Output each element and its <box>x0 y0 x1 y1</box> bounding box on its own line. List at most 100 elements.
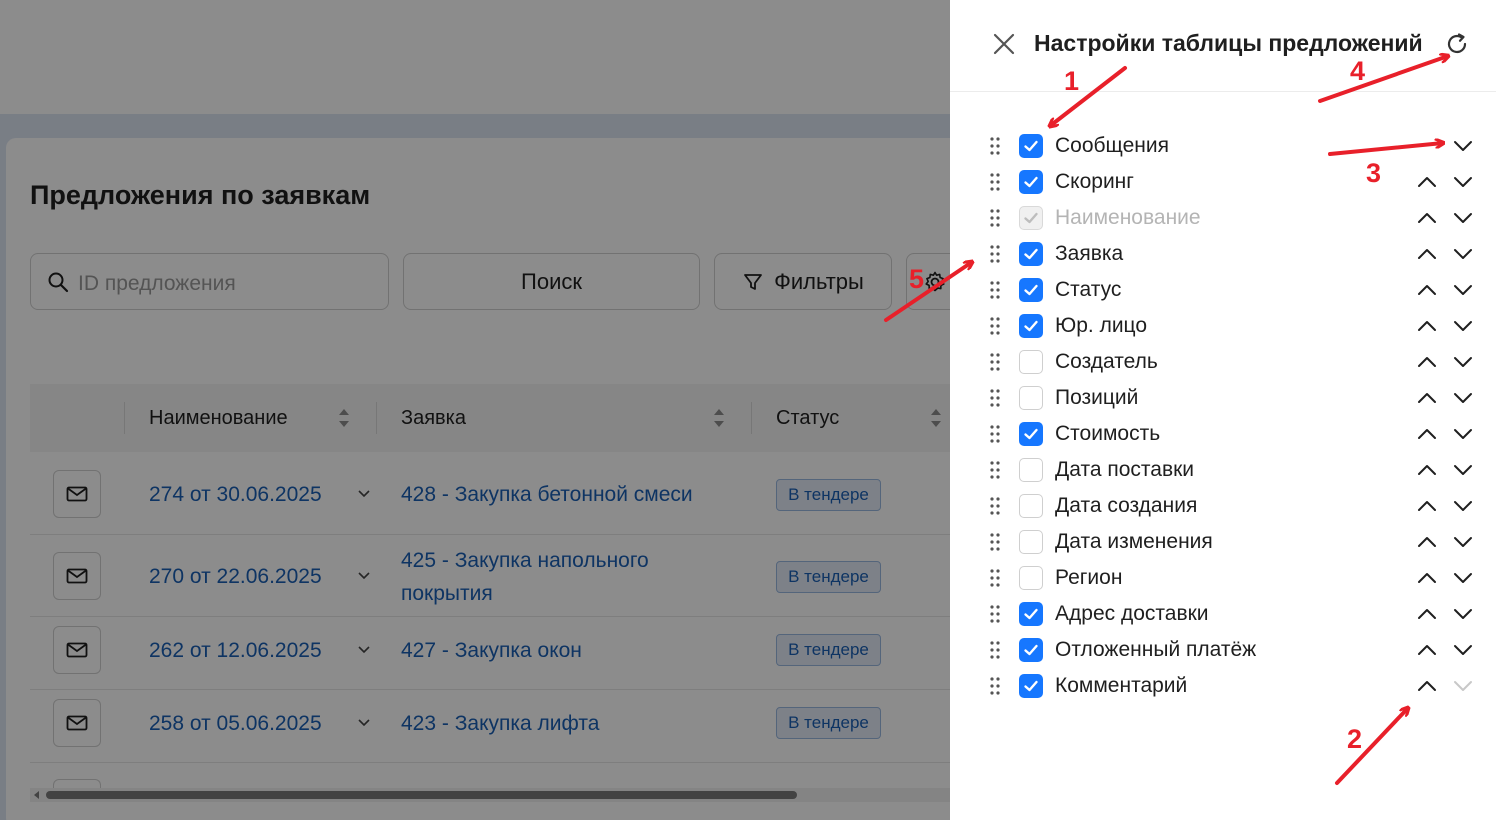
annotation-number-3: 3 <box>1366 158 1382 188</box>
drag-handle-icon[interactable] <box>988 640 1002 660</box>
move-down-icon[interactable] <box>1451 278 1475 302</box>
move-down-icon[interactable] <box>1451 314 1475 338</box>
annotation-number-5: 5 <box>909 264 925 294</box>
checkmark-icon <box>1024 284 1038 296</box>
drag-handle-icon[interactable] <box>988 460 1002 480</box>
drag-handle-icon[interactable] <box>988 496 1002 516</box>
checkmark-icon <box>1024 320 1038 332</box>
drawer-title: Настройки таблицы предложений <box>1034 30 1423 56</box>
move-down-icon[interactable] <box>1451 530 1475 554</box>
column-setting-item: Юр. лицо <box>950 308 1496 344</box>
move-up-icon[interactable] <box>1415 422 1439 446</box>
move-down-icon[interactable] <box>1451 170 1475 194</box>
checkmark-icon <box>1024 140 1038 152</box>
column-visibility-checkbox[interactable] <box>1019 458 1043 482</box>
move-down-icon[interactable] <box>1451 494 1475 518</box>
move-up-icon[interactable] <box>1415 386 1439 410</box>
drag-handle-icon[interactable] <box>988 244 1002 264</box>
drag-handle-icon[interactable] <box>988 208 1002 228</box>
move-up-icon[interactable] <box>1415 314 1439 338</box>
move-down-icon[interactable] <box>1451 458 1475 482</box>
drag-handle-icon[interactable] <box>988 568 1002 588</box>
column-setting-label: Стоимость <box>1055 422 1161 445</box>
drag-handle-icon[interactable] <box>988 604 1002 624</box>
annotation-number-1: 1 <box>1064 66 1080 96</box>
move-up-icon[interactable] <box>1415 170 1439 194</box>
column-visibility-checkbox[interactable] <box>1019 134 1043 158</box>
annotation-number-4: 4 <box>1350 56 1366 86</box>
annotation-number-2: 2 <box>1347 724 1363 754</box>
column-visibility-checkbox[interactable] <box>1019 638 1043 662</box>
move-down-icon[interactable] <box>1451 422 1475 446</box>
move-up-icon[interactable] <box>1415 278 1439 302</box>
move-down-icon[interactable] <box>1451 134 1475 158</box>
column-visibility-checkbox[interactable] <box>1019 674 1043 698</box>
column-setting-label: Адрес доставки <box>1055 602 1209 625</box>
column-visibility-checkbox[interactable] <box>1019 242 1043 266</box>
checkmark-icon <box>1024 644 1038 656</box>
move-up-icon[interactable] <box>1415 566 1439 590</box>
column-setting-label: Дата создания <box>1055 494 1198 517</box>
move-up-icon[interactable] <box>1415 494 1439 518</box>
checkmark-icon <box>1024 680 1038 692</box>
drawer-header: Настройки таблицы предложений <box>950 0 1496 92</box>
move-up-icon[interactable] <box>1415 638 1439 662</box>
move-up-icon[interactable] <box>1415 674 1439 698</box>
move-up-icon[interactable] <box>1415 458 1439 482</box>
move-down-icon[interactable] <box>1451 602 1475 626</box>
column-setting-item: Заявка <box>950 236 1496 272</box>
checkmark-icon <box>1024 428 1038 440</box>
column-setting-item: Дата изменения <box>950 524 1496 560</box>
column-setting-label: Позиций <box>1055 386 1139 409</box>
close-icon[interactable] <box>990 30 1018 58</box>
column-visibility-checkbox[interactable] <box>1019 530 1043 554</box>
move-down-icon[interactable] <box>1451 386 1475 410</box>
column-setting-item: Статус <box>950 272 1496 308</box>
column-setting-item: Регион <box>950 560 1496 596</box>
column-visibility-checkbox[interactable] <box>1019 422 1043 446</box>
checkmark-icon <box>1024 212 1038 224</box>
drag-handle-icon[interactable] <box>988 424 1002 444</box>
column-visibility-checkbox[interactable] <box>1019 314 1043 338</box>
move-down-icon[interactable] <box>1451 350 1475 374</box>
move-up-icon[interactable] <box>1415 530 1439 554</box>
column-setting-item: Позиций <box>950 380 1496 416</box>
drag-handle-icon[interactable] <box>988 172 1002 192</box>
column-visibility-checkbox[interactable] <box>1019 602 1043 626</box>
drag-handle-icon[interactable] <box>988 280 1002 300</box>
column-visibility-checkbox[interactable] <box>1019 566 1043 590</box>
column-visibility-checkbox[interactable] <box>1019 494 1043 518</box>
drag-handle-icon[interactable] <box>988 316 1002 336</box>
move-up-icon[interactable] <box>1415 602 1439 626</box>
column-setting-label: Сообщения <box>1055 134 1169 157</box>
modal-backdrop[interactable] <box>0 0 950 820</box>
column-setting-item: Наименование <box>950 200 1496 236</box>
column-visibility-checkbox[interactable] <box>1019 278 1043 302</box>
move-up-icon[interactable] <box>1415 350 1439 374</box>
drag-handle-icon[interactable] <box>988 532 1002 552</box>
column-setting-label: Дата изменения <box>1055 530 1213 553</box>
column-setting-label: Комментарий <box>1055 674 1188 697</box>
move-down-icon[interactable] <box>1451 566 1475 590</box>
column-setting-label: Статус <box>1055 278 1122 301</box>
drag-handle-icon[interactable] <box>988 352 1002 372</box>
column-setting-item: Создатель <box>950 344 1496 380</box>
move-down-icon[interactable] <box>1451 638 1475 662</box>
column-setting-label: Скоринг <box>1055 170 1134 193</box>
column-visibility-checkbox[interactable] <box>1019 170 1043 194</box>
move-up-icon[interactable] <box>1415 206 1439 230</box>
move-up-icon[interactable] <box>1415 242 1439 266</box>
column-setting-label: Юр. лицо <box>1055 314 1148 337</box>
drag-handle-icon[interactable] <box>988 676 1002 696</box>
column-setting-label: Создатель <box>1055 350 1158 373</box>
column-visibility-checkbox[interactable] <box>1019 350 1043 374</box>
reset-icon[interactable] <box>1444 31 1470 57</box>
column-visibility-checkbox[interactable] <box>1019 386 1043 410</box>
column-setting-item: Скоринг <box>950 164 1496 200</box>
column-setting-label: Регион <box>1055 566 1123 589</box>
move-down-icon[interactable] <box>1451 242 1475 266</box>
drag-handle-icon[interactable] <box>988 136 1002 156</box>
move-down-icon[interactable] <box>1451 206 1475 230</box>
drag-handle-icon[interactable] <box>988 388 1002 408</box>
column-setting-item: Комментарий <box>950 668 1496 704</box>
